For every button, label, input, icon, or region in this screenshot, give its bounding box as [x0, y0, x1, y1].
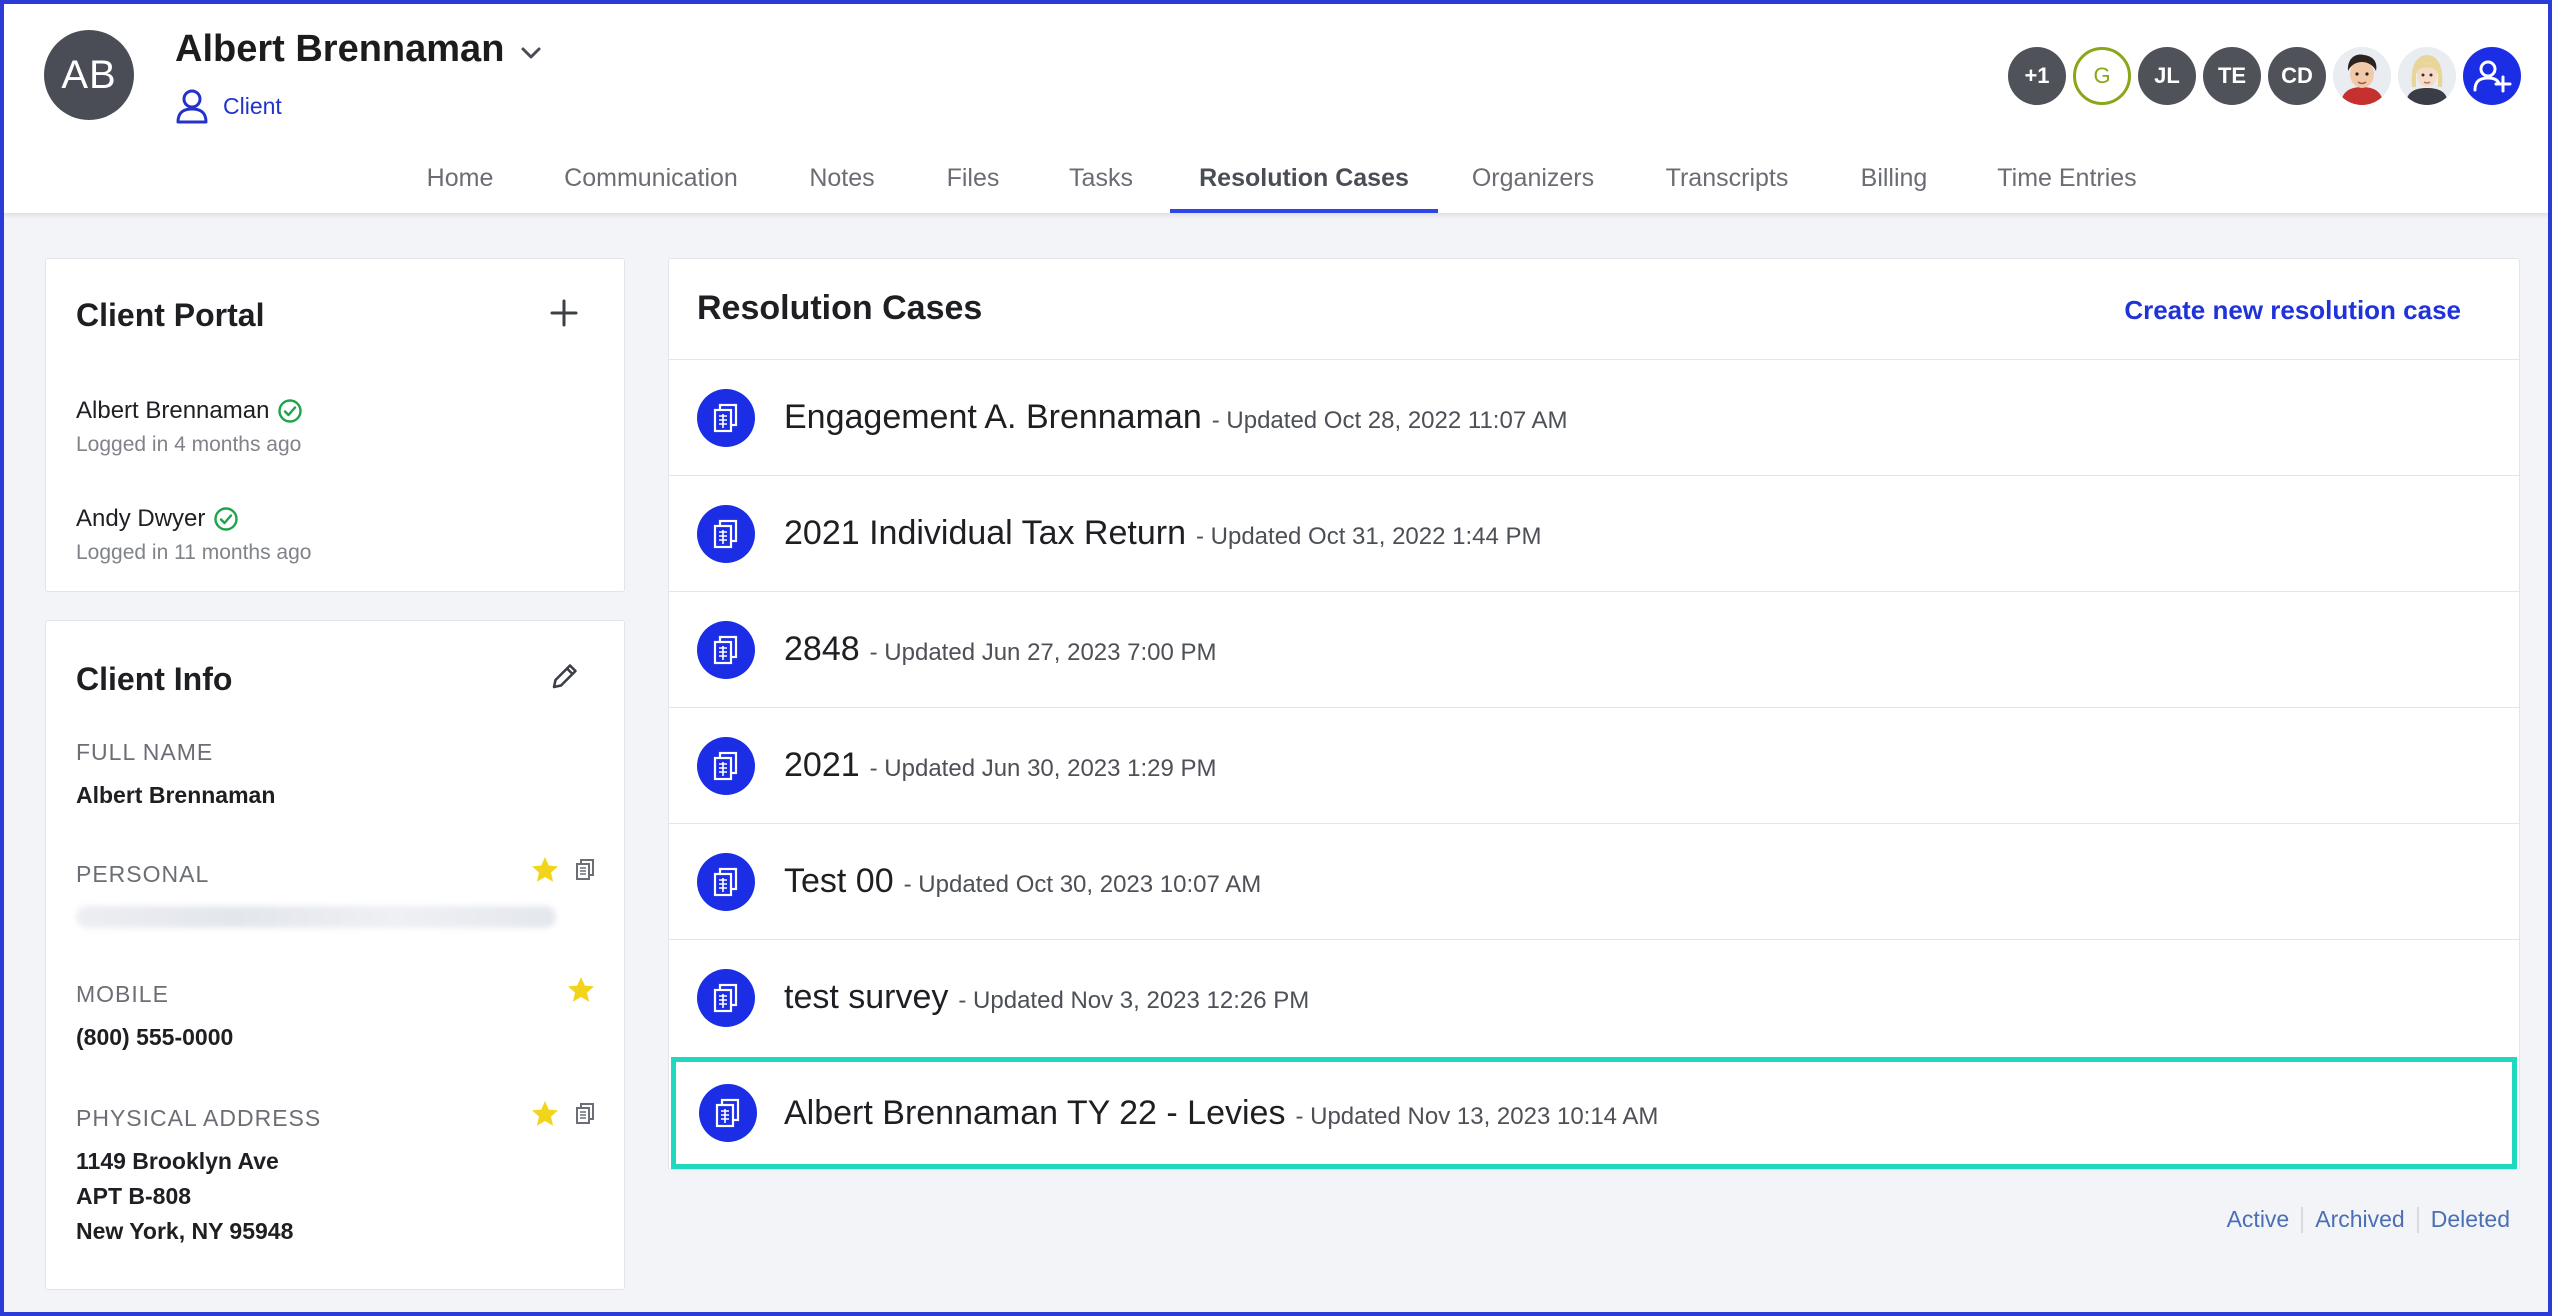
- document-icon: [697, 388, 755, 447]
- user-icon: [176, 89, 208, 124]
- case-name: Test 00: [784, 862, 894, 900]
- tab-notes[interactable]: Notes: [790, 148, 894, 214]
- full-name-value: Albert Brennaman: [76, 782, 276, 808]
- tab-files[interactable]: Files: [930, 148, 1016, 214]
- tab-organizers[interactable]: Organizers: [1460, 148, 1606, 214]
- filter-divider: [2301, 1206, 2304, 1233]
- address-line: 1149 Brooklyn Ave: [76, 1148, 279, 1174]
- case-updated: - Updated Jun 30, 2023 1:29 PM: [869, 755, 1217, 782]
- tab-transcripts[interactable]: Transcripts: [1644, 148, 1810, 214]
- team-member-photo[interactable]: [2333, 47, 2391, 105]
- team-member-avatar[interactable]: G: [2073, 47, 2131, 105]
- portal-user: Andy Dwyer Logged in 11 months ago: [76, 505, 311, 565]
- portal-user-last-login: Logged in 11 months ago: [76, 541, 312, 564]
- resolution-cases-card: Resolution Cases Create new resolution c…: [668, 258, 2520, 1170]
- client-info-card: Client Info FULL NAME Albert Brennaman P…: [45, 620, 625, 1290]
- client-type-label: Client: [223, 92, 282, 119]
- resolution-cases-title: Resolution Cases: [697, 289, 983, 327]
- redacted-email: [76, 906, 556, 928]
- mobile-label: MOBILE: [76, 981, 169, 1007]
- case-updated: - Updated Oct 30, 2023 10:07 AM: [903, 871, 1262, 898]
- add-portal-user-button[interactable]: [548, 297, 580, 329]
- case-name: test survey: [784, 978, 949, 1016]
- portal-user: Albert Brennaman Logged in 4 months ago: [76, 397, 303, 457]
- copy-icon[interactable]: [574, 1102, 596, 1126]
- mobile-field: MOBILE (800) 555-0000: [76, 977, 596, 1055]
- personal-label: PERSONAL: [76, 861, 210, 887]
- star-icon[interactable]: [530, 855, 560, 885]
- copy-icon[interactable]: [574, 858, 596, 882]
- filter-divider: [2416, 1206, 2419, 1233]
- tab-bar: Home Communication Notes Files Tasks Res…: [0, 148, 2552, 214]
- edit-pencil-icon[interactable]: [548, 659, 582, 693]
- case-row[interactable]: 2021 - Updated Jun 30, 2023 1:29 PM: [669, 707, 2519, 823]
- team-member-avatar[interactable]: CD: [2268, 47, 2326, 105]
- case-updated: - Updated Nov 3, 2023 12:26 PM: [958, 987, 1310, 1014]
- document-icon: [697, 852, 755, 911]
- filter-archived[interactable]: Archived: [2315, 1206, 2404, 1233]
- star-icon[interactable]: [530, 1099, 560, 1129]
- case-updated: - Updated Oct 31, 2022 1:44 PM: [1195, 523, 1542, 550]
- filter-deleted[interactable]: Deleted: [2431, 1206, 2510, 1233]
- case-row[interactable]: 2848 - Updated Jun 27, 2023 7:00 PM: [669, 591, 2519, 707]
- client-portal-card: Client Portal Albert Brennaman Logged in…: [45, 258, 625, 592]
- case-row[interactable]: Engagement A. Brennaman - Updated Oct 28…: [669, 359, 2519, 475]
- team-member-avatar[interactable]: JL: [2138, 47, 2196, 105]
- case-name: 2848: [784, 630, 860, 668]
- case-row[interactable]: Test 00 - Updated Oct 30, 2023 10:07 AM: [669, 823, 2519, 939]
- team-member-photo[interactable]: [2398, 47, 2456, 105]
- verified-check-icon: [278, 399, 303, 423]
- client-header: AB Albert Brennaman Client Home Communic…: [0, 0, 2552, 214]
- case-name: 2021 Individual Tax Return: [784, 514, 1186, 552]
- mobile-value: (800) 555-0000: [76, 1024, 234, 1050]
- active-tab-indicator: [1170, 209, 1438, 213]
- chevron-down-icon[interactable]: [516, 38, 546, 68]
- physical-address-field: PHYSICAL ADDRESS 1149 Brooklyn Ave APT B…: [76, 1101, 596, 1249]
- physical-address-label: PHYSICAL ADDRESS: [76, 1105, 322, 1131]
- document-icon: [697, 968, 755, 1027]
- tab-home[interactable]: Home: [408, 148, 512, 214]
- document-icon: [699, 1084, 757, 1142]
- physical-address-value: 1149 Brooklyn Ave APT B-808 New York, NY…: [76, 1144, 596, 1249]
- document-icon: [697, 504, 755, 563]
- case-updated: - Updated Jun 27, 2023 7:00 PM: [869, 639, 1217, 666]
- client-avatar: AB: [44, 30, 134, 120]
- portal-user-name: Albert Brennaman: [76, 397, 270, 424]
- client-info-title: Client Info: [76, 661, 233, 697]
- filter-active[interactable]: Active: [2227, 1206, 2290, 1233]
- portal-user-name: Andy Dwyer: [76, 505, 206, 532]
- create-resolution-case-link[interactable]: Create new resolution case: [2124, 295, 2461, 326]
- tab-time-entries[interactable]: Time Entries: [1990, 148, 2144, 214]
- personal-email-field: PERSONAL: [76, 857, 596, 928]
- case-name: Engagement A. Brennaman: [784, 398, 1202, 436]
- address-line: APT B-808: [76, 1183, 192, 1209]
- case-updated: - Updated Oct 28, 2022 11:07 AM: [1211, 407, 1568, 434]
- case-name: 2021: [784, 746, 860, 784]
- add-user-icon[interactable]: [2463, 47, 2521, 105]
- case-row[interactable]: 2021 Individual Tax Return - Updated Oct…: [669, 475, 2519, 591]
- tab-communication[interactable]: Communication: [548, 148, 754, 214]
- case-status-filters: Active Archived Deleted: [2227, 1206, 2510, 1233]
- star-icon[interactable]: [566, 975, 596, 1005]
- full-name-field: FULL NAME Albert Brennaman: [76, 739, 596, 813]
- team-member-avatar[interactable]: TE: [2203, 47, 2261, 105]
- tab-resolution-cases[interactable]: Resolution Cases: [1170, 148, 1438, 214]
- more-members-badge[interactable]: +1: [2008, 47, 2066, 105]
- case-name: Albert Brennaman TY 22 - Levies: [784, 1093, 1286, 1132]
- address-line: New York, NY 95948: [76, 1218, 294, 1244]
- portal-user-last-login: Logged in 4 months ago: [76, 433, 302, 456]
- case-row[interactable]: test survey - Updated Nov 3, 2023 12:26 …: [669, 939, 2519, 1055]
- client-type: Client: [175, 88, 282, 124]
- document-icon: [697, 620, 755, 679]
- tab-tasks[interactable]: Tasks: [1052, 148, 1150, 214]
- full-name-label: FULL NAME: [76, 739, 214, 765]
- case-updated: - Updated Nov 13, 2023 10:14 AM: [1295, 1102, 1659, 1130]
- document-icon: [697, 736, 755, 795]
- client-portal-title: Client Portal: [76, 297, 265, 333]
- tab-billing[interactable]: Billing: [1850, 148, 1938, 214]
- verified-check-icon: [214, 507, 239, 531]
- case-row-selected[interactable]: Albert Brennaman TY 22 - Levies - Update…: [671, 1057, 2517, 1169]
- client-name: Albert Brennaman: [175, 28, 505, 70]
